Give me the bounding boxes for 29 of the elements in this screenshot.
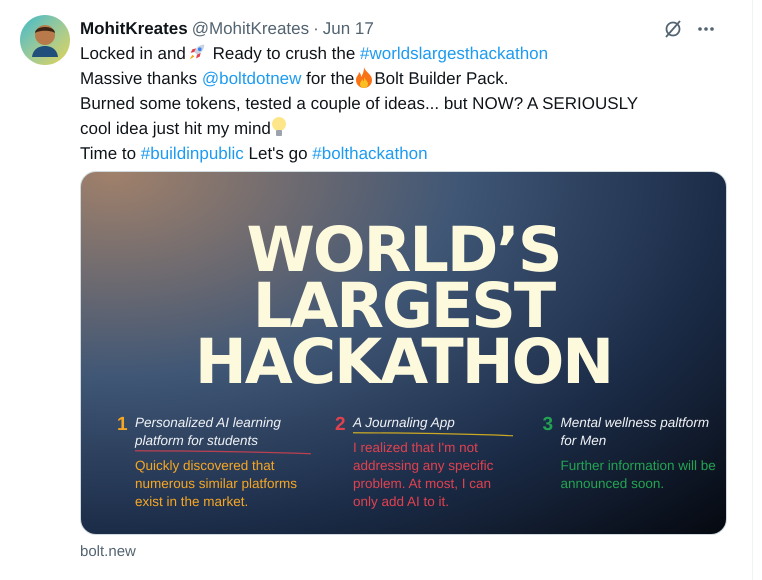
separator: · — [313, 18, 319, 40]
light-bulb-icon — [270, 116, 287, 138]
more-icon[interactable] — [697, 26, 715, 32]
link-domain[interactable]: bolt.new — [80, 541, 727, 564]
poster-headline: HACKATHON — [194, 334, 612, 390]
author-name[interactable]: MohitKreates — [80, 16, 188, 42]
fire-icon — [354, 66, 374, 88]
post-text-line: Massive thanks @boltdotnew for the Bolt Builder Pack. — [80, 66, 727, 91]
post-text-line: Locked in and Ready to crush the #worldslargesthackathon — [80, 41, 727, 66]
idea-title: Mental wellness paltform for Men — [560, 414, 710, 450]
poster-headline: LARGEST — [252, 278, 554, 334]
idea-number: 1 — [117, 414, 129, 436]
post-text-line: Time to #buildinpublic Let's go #bolthackathon — [80, 143, 429, 165]
author-handle[interactable]: @MohitKreates — [192, 16, 310, 42]
idea-number: 3 — [542, 414, 554, 436]
poster-image[interactable] — [80, 171, 727, 535]
post-text-line: Burned some tokens, tested a couple of ideas... but NOW? A SERIOUSLY — [80, 93, 640, 115]
idea-number: 2 — [335, 414, 347, 436]
slashed-circle-icon[interactable] — [663, 19, 683, 39]
idea-note: I realized that I'm not addressing any specific problem. At most, I can only add AI to it. — [353, 439, 494, 511]
idea-title: Personalized AI learning platform for students — [135, 414, 282, 450]
idea-title: A Journaling App — [353, 414, 456, 432]
poster-headline: WORLD’S — [246, 222, 560, 278]
idea-note: Further information will be announced soon. — [560, 457, 716, 493]
post-date[interactable]: Jun 17 — [322, 16, 374, 42]
avatar[interactable] — [20, 15, 70, 65]
post-text-line: cool idea just hit my mind — [80, 116, 727, 141]
person-icon — [30, 23, 60, 57]
idea-note: Quickly discovered that numerous similar platforms exist in the market. — [135, 457, 298, 511]
